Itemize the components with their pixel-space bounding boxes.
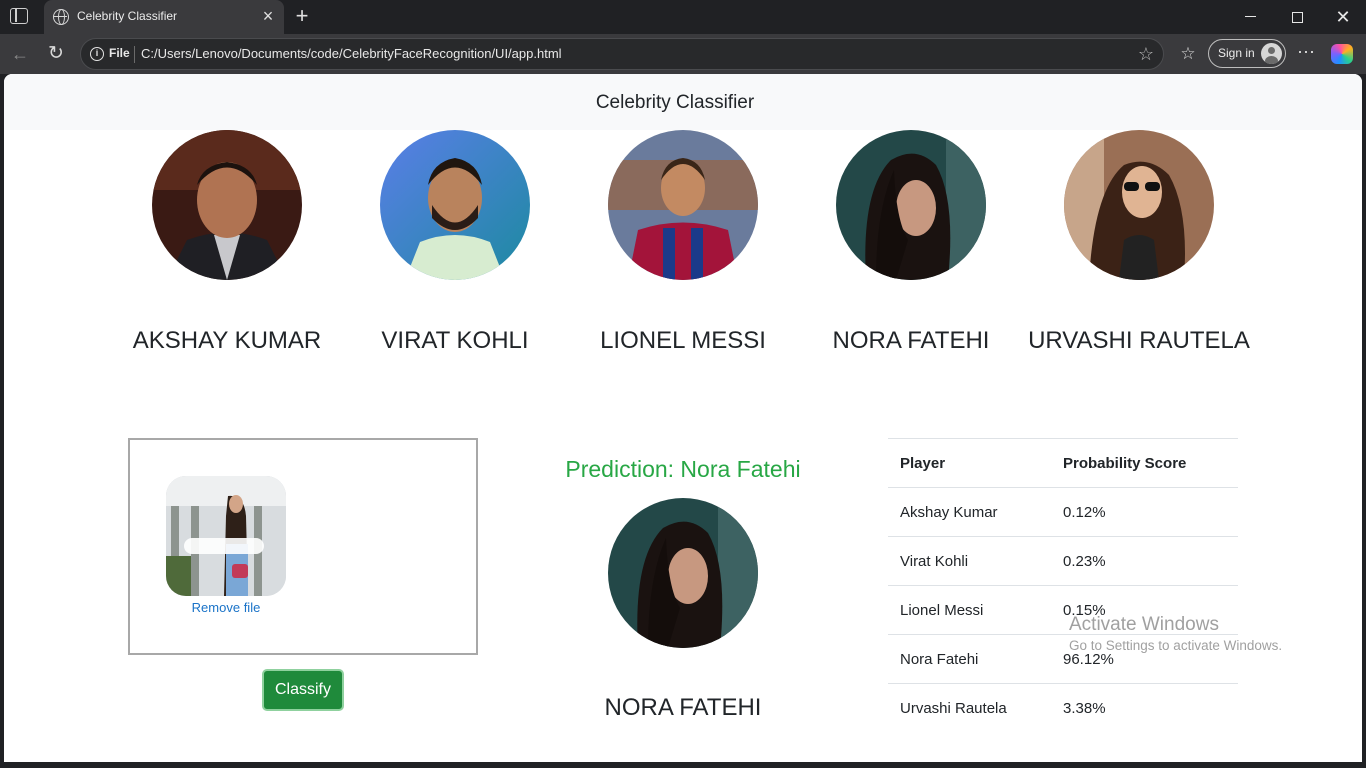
tab-actions-icon[interactable] [10, 8, 28, 24]
sign-in-label: Sign in [1218, 46, 1255, 60]
virat-photo-icon [380, 130, 530, 280]
celebrity-name: NORA FATEHI [832, 327, 990, 354]
celebrity-photo [1064, 130, 1214, 280]
column-header: Probability Score [1051, 438, 1238, 488]
activation-watermark: Activate Windows Go to Settings to activ… [1069, 614, 1282, 653]
celebrity-name: URVASHI RAUTELA [1028, 327, 1250, 354]
prediction-label: Prediction: Nora Fatehi [565, 456, 801, 482]
more-options-icon[interactable]: ⋯ [1294, 42, 1318, 66]
celebrity-photo [836, 130, 986, 280]
table-row: Urvashi Rautela 3.38% [888, 683, 1238, 733]
divider [134, 46, 135, 63]
page-title: Celebrity Classifier [595, 92, 755, 113]
url-text[interactable]: C:/Users/Lenovo/Documents/code/Celebrity… [141, 46, 562, 61]
watermark-subtitle: Go to Settings to activate Windows. [1069, 638, 1283, 653]
image-preview-icon [166, 476, 286, 596]
tab-close-icon[interactable]: × [258, 6, 278, 26]
uploaded-image-thumbnail [166, 476, 286, 596]
celebrity-name: AKSHAY KUMAR [132, 327, 322, 354]
maximize-icon[interactable] [1274, 0, 1320, 34]
celebrity-card-nora: NORA FATEHI [797, 130, 1025, 390]
player-cell: Virat Kohli [888, 536, 1051, 586]
player-cell: Akshay Kumar [888, 487, 1051, 537]
celebrity-card-urvashi: URVASHI RAUTELA [1025, 130, 1253, 390]
new-tab-icon[interactable]: + [290, 3, 314, 29]
player-cell: Nora Fatehi [888, 634, 1051, 684]
favorites-icon[interactable]: ☆ [1176, 42, 1200, 66]
celebrity-photo [608, 130, 758, 280]
sign-in-button[interactable]: Sign in [1208, 39, 1286, 68]
classify-button[interactable]: Classify [262, 669, 344, 711]
avatar-icon [1261, 43, 1282, 64]
nora-photo-icon [608, 498, 758, 648]
copilot-icon[interactable] [1331, 44, 1353, 64]
celebrity-photo [380, 130, 530, 280]
watermark-title: Activate Windows [1069, 614, 1219, 635]
player-cell: Urvashi Rautela [888, 683, 1051, 733]
info-icon[interactable]: i [90, 47, 104, 61]
file-dropzone[interactable]: Remove file [128, 438, 478, 655]
page-viewport: Celebrity Classifier AKSHAY KUMAR VIRAT … [4, 74, 1362, 762]
celebrity-name: VIRAT KOHLI [381, 327, 529, 354]
navbar: Celebrity Classifier [4, 74, 1362, 130]
player-cell: Lionel Messi [888, 585, 1051, 635]
back-arrow-icon[interactable]: ← [8, 42, 32, 66]
messi-photo-icon [608, 130, 758, 280]
file-chip: File [109, 46, 130, 60]
probability-table: Player Probability Score Akshay Kumar 0.… [888, 438, 1238, 733]
taskbar-edge [0, 762, 1366, 768]
star-icon[interactable]: ☆ [1135, 43, 1157, 65]
reload-icon[interactable]: ↻ [44, 42, 68, 66]
window-close-icon[interactable]: ✕ [1320, 0, 1366, 34]
minimize-icon[interactable] [1228, 0, 1274, 34]
prediction-photo [608, 498, 758, 648]
column-header: Player [888, 438, 1051, 488]
celebrity-photo [152, 130, 302, 280]
table-row: Akshay Kumar 0.12% [888, 487, 1238, 537]
remove-file-link[interactable]: Remove file [166, 600, 286, 615]
table-header-row: Player Probability Score [888, 438, 1238, 488]
urvashi-photo-icon [1064, 130, 1214, 280]
browser-toolbar: ← ↻ i File C:/Users/Lenovo/Documents/cod… [0, 34, 1366, 74]
nora-photo-icon [836, 130, 986, 280]
akshay-photo-icon [152, 130, 302, 280]
globe-icon [53, 9, 69, 25]
celebrity-card-messi: LIONEL MESSI [569, 130, 797, 390]
table-row: Virat Kohli 0.23% [888, 536, 1238, 586]
prediction-name: NORA FATEHI [604, 694, 762, 721]
score-cell: 0.23% [1051, 536, 1238, 586]
address-bar[interactable]: i File C:/Users/Lenovo/Documents/code/Ce… [80, 38, 1164, 70]
score-cell: 0.12% [1051, 487, 1238, 537]
browser-tab[interactable]: Celebrity Classifier × [44, 0, 284, 34]
celebrity-card-akshay: AKSHAY KUMAR [113, 130, 341, 390]
celebrity-card-virat: VIRAT KOHLI [341, 130, 569, 390]
score-cell: 3.38% [1051, 683, 1238, 733]
tab-title: Celebrity Classifier [77, 9, 178, 23]
celebrity-name: LIONEL MESSI [600, 327, 766, 354]
browser-tab-bar: Celebrity Classifier × + ✕ [0, 0, 1366, 34]
